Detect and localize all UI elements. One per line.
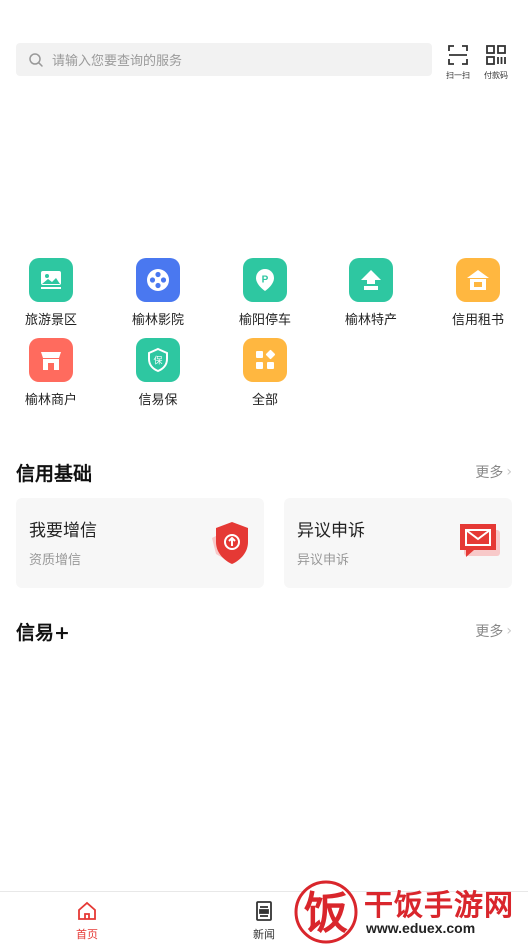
fan-logo: 饭 bbox=[294, 880, 358, 944]
scan-button[interactable]: 扫一扫 bbox=[438, 44, 478, 86]
pay-code-button[interactable]: 付款码 bbox=[476, 44, 516, 86]
film-reel-icon bbox=[136, 258, 180, 302]
service-parking[interactable]: P 榆阳停车 bbox=[220, 258, 310, 328]
svg-text:P: P bbox=[262, 275, 269, 286]
shield-bao-icon: 保 bbox=[136, 338, 180, 382]
nav-label: 新闻 bbox=[253, 928, 275, 941]
section-title: 信用基础 bbox=[16, 462, 93, 485]
card-subtitle: 资质增信 bbox=[29, 553, 82, 568]
service-all[interactable]: 全部 bbox=[220, 338, 310, 408]
nav-news[interactable]: 新闻 bbox=[234, 900, 294, 942]
more-link[interactable]: 更多 › bbox=[475, 462, 512, 482]
credit-section-header: 信用基础 更多 › bbox=[16, 457, 512, 487]
service-label: 旅游景区 bbox=[24, 313, 77, 328]
scan-label: 扫一扫 bbox=[446, 71, 470, 80]
more-label: 更多 bbox=[475, 624, 504, 640]
svg-text:饭: 饭 bbox=[304, 888, 348, 939]
service-merchant[interactable]: 榆林商户 bbox=[6, 338, 96, 408]
card-subtitle: 异议申诉 bbox=[297, 553, 350, 568]
section-title: 信易+ bbox=[16, 621, 70, 644]
chevron-right-icon: › bbox=[506, 464, 512, 480]
svg-text:保: 保 bbox=[153, 355, 162, 367]
service-cinema[interactable]: 榆林影院 bbox=[113, 258, 203, 328]
objection-appeal-card[interactable]: 异议申诉 异议申诉 bbox=[284, 498, 512, 588]
service-label: 榆林影院 bbox=[131, 313, 184, 328]
watermark-text: 干饭手游网 bbox=[364, 888, 515, 922]
scan-icon bbox=[448, 45, 468, 65]
shield-upload-icon bbox=[212, 522, 248, 564]
service-label: 信用租书 bbox=[451, 313, 504, 328]
service-tourism[interactable]: 旅游景区 bbox=[6, 258, 96, 328]
credit-boost-card[interactable]: 我要增信 资质增信 bbox=[16, 498, 264, 588]
shop-icon bbox=[29, 338, 73, 382]
landscape-icon bbox=[29, 258, 73, 302]
service-label: 榆阳停车 bbox=[238, 313, 291, 328]
service-label: 信易保 bbox=[138, 393, 178, 408]
service-label: 榆林商户 bbox=[24, 393, 77, 408]
top-bar: 请输入您要查询的服务 扫一扫 付款码 bbox=[0, 38, 528, 86]
xinyi-section-header: 信易+ 更多 › bbox=[16, 616, 512, 646]
service-label: 全部 bbox=[251, 393, 278, 408]
watermark-url: www.eduex.com bbox=[366, 920, 476, 936]
chevron-right-icon: › bbox=[506, 623, 512, 639]
all-apps-icon bbox=[243, 338, 287, 382]
home-icon bbox=[78, 901, 96, 920]
pay-code-label: 付款码 bbox=[484, 71, 508, 80]
qr-code-icon bbox=[486, 45, 506, 65]
news-icon bbox=[256, 901, 272, 921]
service-label: 榆林特产 bbox=[344, 313, 397, 328]
parking-icon: P bbox=[243, 258, 287, 302]
search-bar[interactable]: 请输入您要查询的服务 bbox=[16, 43, 432, 76]
more-link[interactable]: 更多 › bbox=[475, 621, 512, 641]
card-title: 我要增信 bbox=[29, 521, 97, 541]
card-title: 异议申诉 bbox=[297, 521, 365, 541]
search-icon bbox=[29, 52, 43, 67]
service-specialty[interactable]: 榆林特产 bbox=[326, 258, 416, 328]
more-label: 更多 bbox=[475, 465, 504, 481]
nav-home[interactable]: 首页 bbox=[57, 900, 117, 942]
service-xinyibao[interactable]: 保 信易保 bbox=[113, 338, 203, 408]
service-book-rental[interactable]: 信用租书 bbox=[433, 258, 523, 328]
nav-label: 首页 bbox=[76, 928, 98, 941]
watermark: 饭 干饭手游网 www.eduex.com bbox=[292, 876, 528, 945]
book-house-icon bbox=[456, 258, 500, 302]
arrow-up-icon bbox=[349, 258, 393, 302]
message-envelope-icon bbox=[460, 524, 500, 557]
search-placeholder: 请输入您要查询的服务 bbox=[52, 54, 183, 69]
